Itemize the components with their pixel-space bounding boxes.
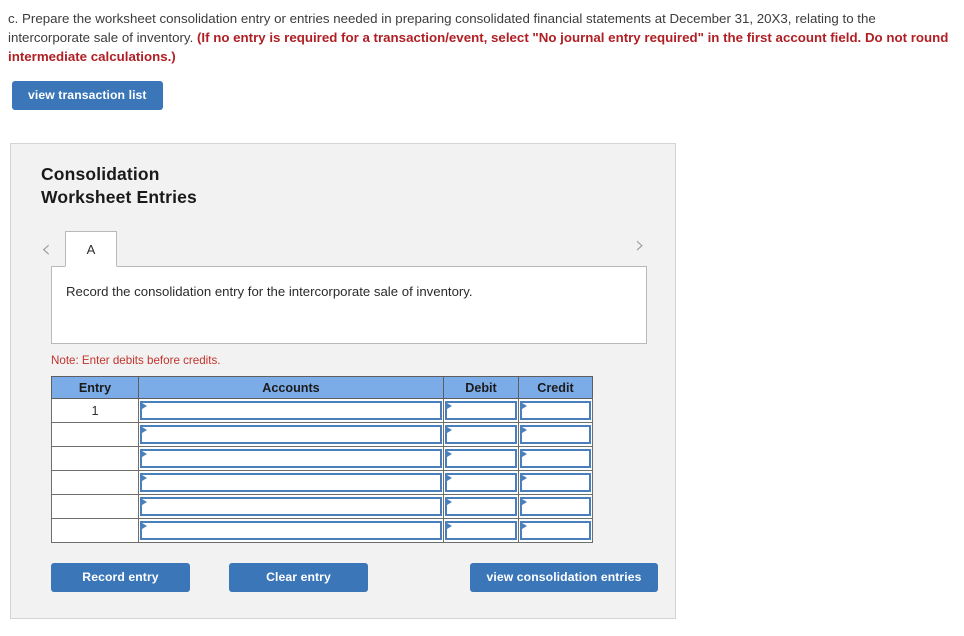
account-input-cell[interactable] [138,494,444,520]
chevron-right-icon[interactable]: › [635,232,645,263]
tab-content-text: Record the consolidation entry for the i… [66,284,473,300]
account-select[interactable] [140,521,442,541]
tab-content-box: Record the consolidation entry for the i… [51,266,647,345]
credit-input[interactable] [520,473,591,493]
account-select[interactable] [140,497,442,517]
tab-a-label: A [86,241,96,257]
chevron-left-icon[interactable]: ‹ [41,236,51,267]
debit-input[interactable] [445,401,517,421]
credit-input[interactable] [520,449,591,469]
debit-input[interactable] [445,425,517,445]
table-row: 1 [51,398,593,424]
tab-a[interactable]: A [65,231,117,268]
account-input-cell[interactable] [138,398,444,424]
table-row [51,470,593,496]
debit-input-cell[interactable] [443,422,519,448]
column-header-entry: Entry [51,376,139,400]
panel-title-line-1: Consolidation [41,164,160,184]
entry-number-cell [51,518,139,544]
column-header-credit: Credit [518,376,593,400]
consolidation-worksheet-panel: Consolidation Worksheet Entries ‹ A › Re… [10,143,676,619]
record-entry-button[interactable]: Record entry [51,563,190,592]
account-select[interactable] [140,449,442,469]
entry-number-cell: 1 [51,398,139,424]
entry-number-cell [51,446,139,472]
debit-input-cell[interactable] [443,494,519,520]
debit-input[interactable] [445,473,517,493]
debit-input-cell[interactable] [443,398,519,424]
credit-input-cell[interactable] [518,398,593,424]
journal-entry-table: Entry Accounts Debit Credit 1 [51,376,593,544]
credit-input-cell[interactable] [518,518,593,544]
debit-input[interactable] [445,521,517,541]
debit-input[interactable] [445,497,517,517]
table-row [51,422,593,448]
panel-title-line-2: Worksheet Entries [41,187,197,208]
account-input-cell[interactable] [138,518,444,544]
panel-action-buttons: Record entry Clear entry view consolidat… [51,563,661,593]
tab-strip: ‹ A › [11,229,675,268]
credit-input-cell[interactable] [518,422,593,448]
question-instructions: c. Prepare the worksheet consolidation e… [0,0,964,67]
table-row [51,518,593,544]
column-header-debit: Debit [443,376,519,400]
credit-input[interactable] [520,425,591,445]
table-row [51,446,593,472]
credit-input[interactable] [520,521,591,541]
top-button-row: view transaction list [0,67,964,110]
debit-input-cell[interactable] [443,518,519,544]
account-select[interactable] [140,425,442,445]
credit-input-cell[interactable] [518,494,593,520]
debits-before-credits-note: Note: Enter debits before credits. [51,354,221,368]
account-input-cell[interactable] [138,446,444,472]
entry-number-cell [51,422,139,448]
debit-input-cell[interactable] [443,446,519,472]
debit-input-cell[interactable] [443,470,519,496]
entry-number-cell [51,470,139,496]
credit-input[interactable] [520,497,591,517]
table-row [51,494,593,520]
account-input-cell[interactable] [138,422,444,448]
panel-title: Consolidation Worksheet Entries [11,144,675,209]
entry-number-cell [51,494,139,520]
column-header-accounts: Accounts [138,376,444,400]
credit-input-cell[interactable] [518,470,593,496]
account-select[interactable] [140,401,442,421]
view-transaction-list-button[interactable]: view transaction list [12,80,163,110]
credit-input[interactable] [520,401,591,421]
account-input-cell[interactable] [138,470,444,496]
debit-input[interactable] [445,449,517,469]
clear-entry-button[interactable]: Clear entry [229,563,368,592]
table-header-row: Entry Accounts Debit Credit [51,376,593,400]
account-select[interactable] [140,473,442,493]
view-consolidation-entries-button[interactable]: view consolidation entries [470,563,658,592]
credit-input-cell[interactable] [518,446,593,472]
